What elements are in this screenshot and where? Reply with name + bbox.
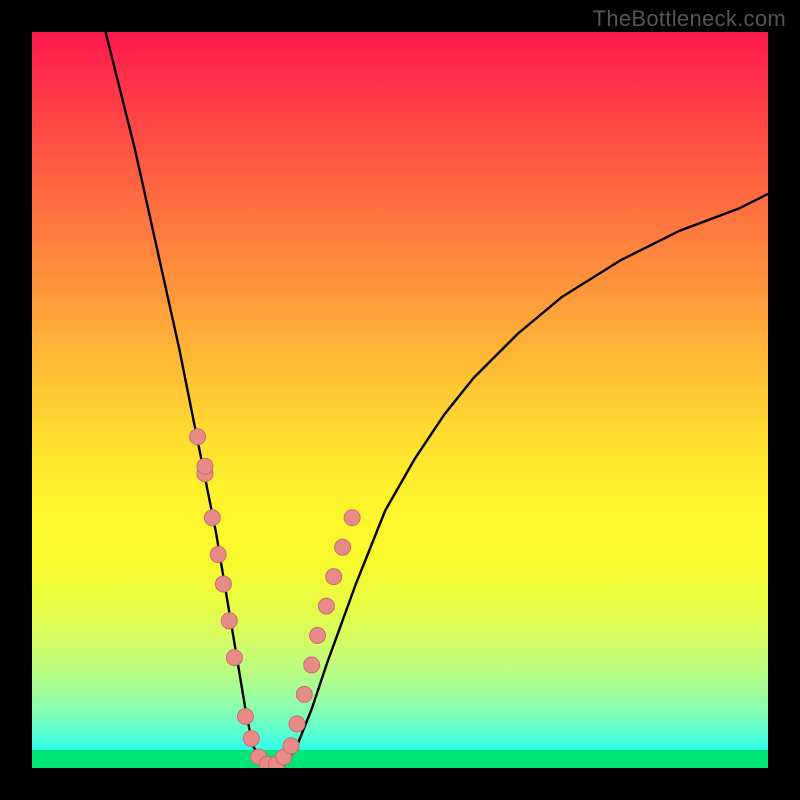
marker-dot-group bbox=[190, 429, 361, 768]
marker-dot bbox=[204, 510, 220, 526]
outer-frame: TheBottleneck.com bbox=[0, 0, 800, 800]
marker-dot bbox=[221, 613, 237, 629]
marker-dot bbox=[289, 716, 305, 732]
marker-dot bbox=[226, 650, 242, 666]
watermark-label: TheBottleneck.com bbox=[593, 6, 786, 32]
marker-dot bbox=[197, 458, 213, 474]
marker-dot bbox=[296, 686, 312, 702]
bottleneck-curve bbox=[106, 32, 768, 768]
marker-dot bbox=[283, 738, 299, 754]
marker-dot bbox=[326, 569, 342, 585]
curve-group bbox=[106, 32, 768, 768]
marker-dot bbox=[190, 429, 206, 445]
marker-dot bbox=[237, 708, 253, 724]
marker-dot bbox=[318, 598, 334, 614]
marker-dot bbox=[310, 628, 326, 644]
marker-dot bbox=[215, 576, 231, 592]
marker-dot bbox=[243, 731, 259, 747]
marker-dot bbox=[304, 657, 320, 673]
plot-area bbox=[32, 32, 768, 768]
marker-dot bbox=[335, 539, 351, 555]
marker-dot bbox=[344, 510, 360, 526]
chart-svg bbox=[32, 32, 768, 768]
marker-dot bbox=[210, 547, 226, 563]
